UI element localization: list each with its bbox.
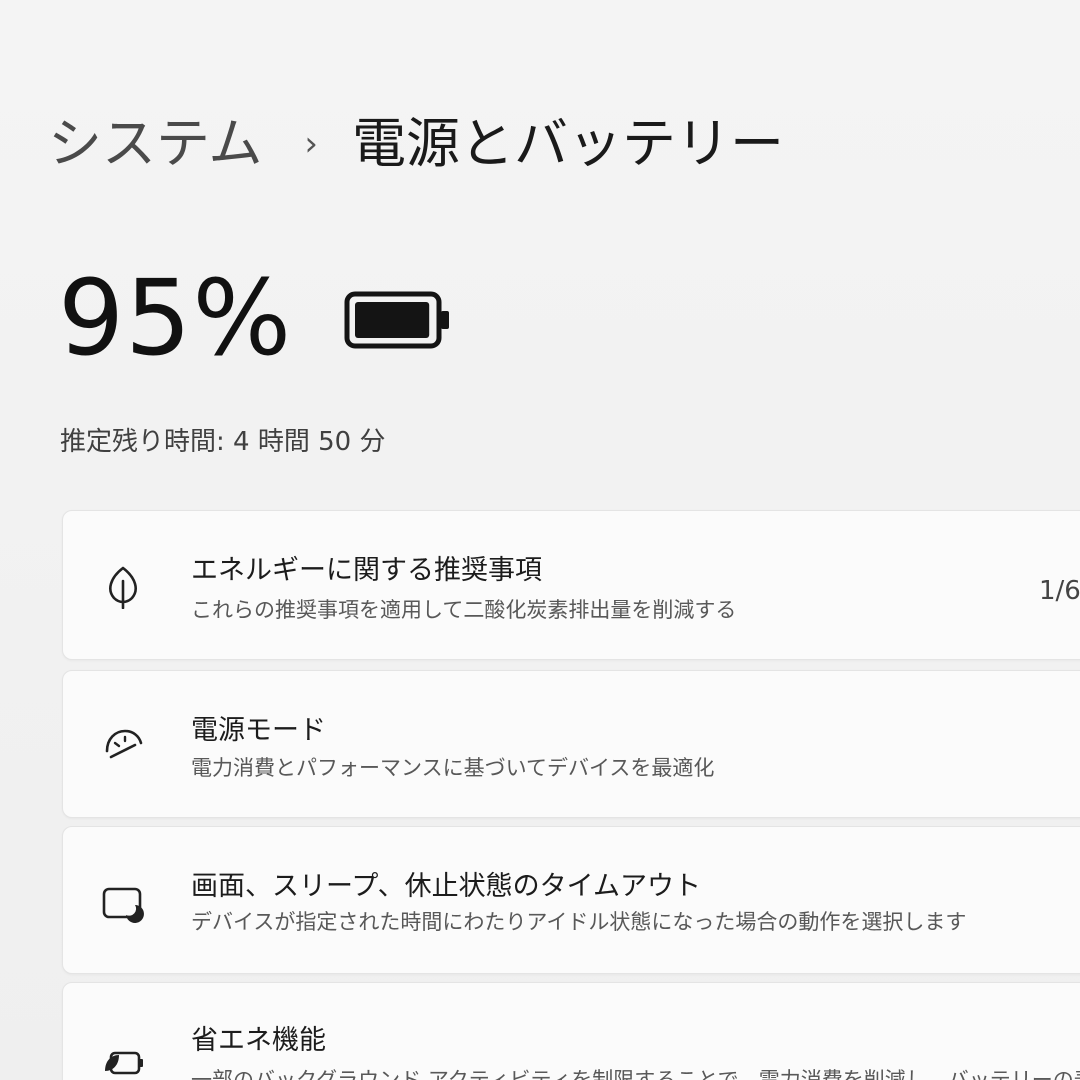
breadcrumb: システム › 電源とバッテリー: [48, 108, 784, 180]
energy-recommendations-title: エネルギーに関する推奨事項: [191, 555, 542, 586]
power-battery-settings-page: システム › 電源とバッテリー 95% 推定残り時間: 4 時間 50 分 エネ…: [0, 0, 1080, 1080]
battery-level-fill: [355, 302, 430, 338]
battery-saver-description: 一部のバックグラウンド アクティビティを制限することで、電力消費を削減し、バッテ…: [191, 1068, 1080, 1080]
gauge-icon: [105, 729, 143, 759]
energy-recommendations-description: これらの推奨事項を適用して二酸化炭素排出量を削減する: [191, 598, 737, 622]
power-mode-title: 電源モード: [191, 715, 326, 746]
battery-saver-card[interactable]: 省エネ機能 一部のバックグラウンド アクティビティを制限することで、電力消費を削…: [62, 982, 1080, 1080]
recommendations-count: 1/6: [1039, 576, 1080, 606]
power-mode-description: 電力消費とパフォーマンスに基づいてデバイスを最適化: [191, 756, 715, 780]
energy-recommendations-card[interactable]: エネルギーに関する推奨事項 これらの推奨事項を適用して二酸化炭素排出量を削減する…: [62, 510, 1080, 660]
breadcrumb-chevron-icon: ›: [304, 124, 318, 164]
screen-sleep-icon: [102, 887, 144, 923]
leaf-icon: [109, 566, 137, 609]
battery-percentage: 95%: [58, 257, 293, 379]
battery-saver-title: 省エネ機能: [191, 1025, 326, 1056]
page-title: 電源とバッテリー: [352, 112, 784, 175]
battery-icon: [344, 291, 450, 349]
screen-sleep-timeout-description: デバイスが指定された時間にわたりアイドル状態になった場合の動作を選択します: [191, 910, 967, 934]
screen-sleep-timeout-title: 画面、スリープ、休止状態のタイムアウト: [191, 871, 702, 902]
battery-status: 95%: [58, 258, 454, 378]
battery-saver-icon: [105, 1051, 143, 1075]
estimated-time-remaining: 推定残り時間: 4 時間 50 分: [60, 427, 386, 457]
screen-sleep-timeout-card[interactable]: 画面、スリープ、休止状態のタイムアウト デバイスが指定された時間にわたりアイドル…: [62, 826, 1080, 974]
breadcrumb-system-link[interactable]: システム: [48, 108, 262, 180]
power-mode-card[interactable]: 電源モード 電力消費とパフォーマンスに基づいてデバイスを最適化: [62, 670, 1080, 818]
